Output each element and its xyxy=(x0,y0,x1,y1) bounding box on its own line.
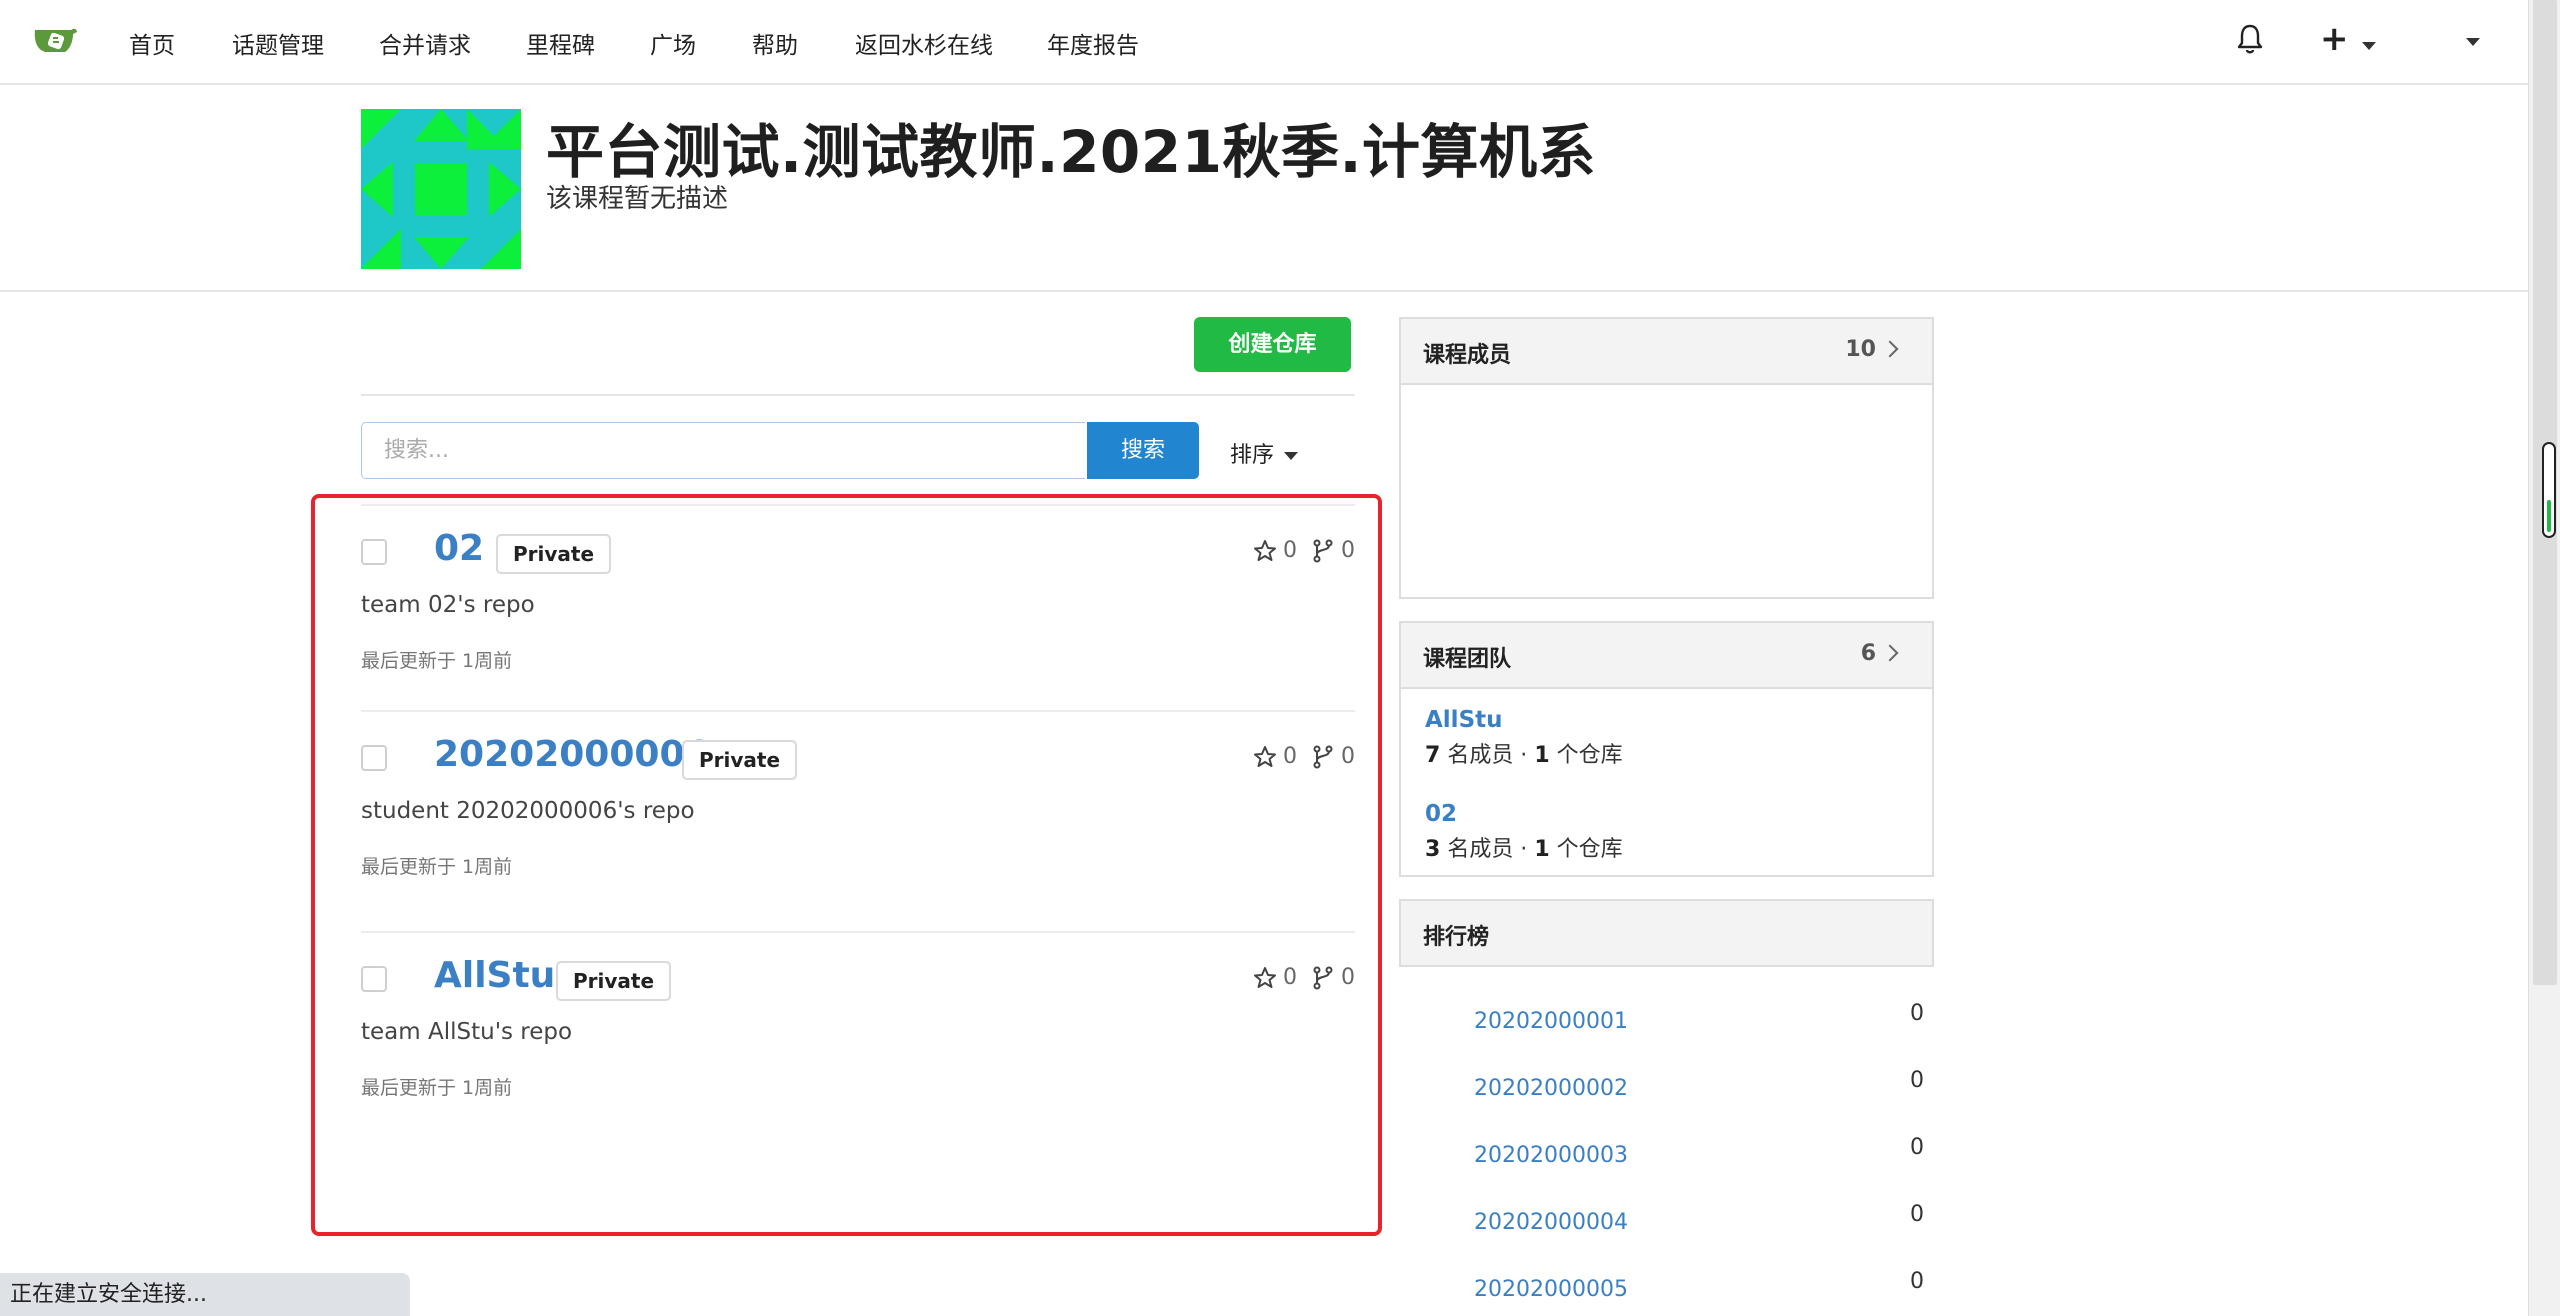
user-menu-chevron-down-icon[interactable] xyxy=(2466,38,2480,46)
ranking-panel: 排行榜 xyxy=(1399,899,1934,967)
browser-status-bar: 正在建立安全连接... xyxy=(0,1273,410,1316)
course-description: 该课程暂无描述 xyxy=(546,184,729,214)
search-input[interactable] xyxy=(361,422,1085,479)
nav-annual-report[interactable]: 年度报告 xyxy=(1047,26,1139,60)
ranking-panel-header: 排行榜 xyxy=(1401,901,1932,965)
team-name-link[interactable]: 02 xyxy=(1425,801,1623,827)
top-navbar: 首页 话题管理 合并请求 里程碑 广场 帮助 返回水杉在线 年度报告 + xyxy=(0,0,2528,85)
teams-panel: 课程团队 6 AllStu 7 名成员 · 1 个仓库 02 3 名成员 · 1… xyxy=(1399,621,1934,877)
team-item: AllStu 7 名成员 · 1 个仓库 xyxy=(1425,707,1623,769)
ranking-panel-title: 排行榜 xyxy=(1423,925,1490,950)
chevron-right-icon xyxy=(1881,644,1899,662)
team-info: 7 名成员 · 1 个仓库 xyxy=(1425,743,1623,768)
page-scrollbar[interactable] xyxy=(2528,0,2560,1316)
create-repo-button[interactable]: 创建仓库 xyxy=(1194,317,1351,372)
ranking-score: 0 xyxy=(1910,1269,1924,1294)
nav-return-online[interactable]: 返回水杉在线 xyxy=(855,26,993,60)
nav-explore[interactable]: 广场 xyxy=(650,26,696,60)
chevron-right-icon xyxy=(1881,340,1899,358)
ranking-user-link[interactable]: 20202000001 xyxy=(1474,1009,1628,1034)
ranking-user-link[interactable]: 20202000002 xyxy=(1474,1076,1628,1101)
teams-panel-title: 课程团队 xyxy=(1423,647,1512,672)
highlight-box xyxy=(311,494,1382,1236)
ranking-score: 0 xyxy=(1910,1135,1924,1160)
ranking-score: 0 xyxy=(1910,1001,1924,1026)
nav-help[interactable]: 帮助 xyxy=(752,26,798,60)
divider xyxy=(361,394,1355,396)
nav-issues[interactable]: 话题管理 xyxy=(232,26,324,60)
scroll-indicator xyxy=(2542,442,2556,538)
team-info: 3 名成员 · 1 个仓库 xyxy=(1425,837,1623,862)
sort-dropdown[interactable]: 排序 xyxy=(1230,437,1299,469)
nav-home[interactable]: 首页 xyxy=(129,26,175,60)
teams-count: 6 xyxy=(1860,641,1876,666)
chevron-down-icon xyxy=(2361,41,2376,50)
course-header: 平台测试.测试教师.2021秋季.计算机系 该课程暂无描述 xyxy=(0,85,2528,292)
team-item: 02 3 名成员 · 1 个仓库 xyxy=(1425,801,1623,863)
course-title: 平台测试.测试教师.2021秋季.计算机系 xyxy=(546,118,1597,186)
ranking-row: 20202000005 0 xyxy=(1474,1269,1924,1302)
course-avatar xyxy=(361,109,521,269)
members-panel-title: 课程成员 xyxy=(1423,343,1512,368)
teams-panel-header[interactable]: 课程团队 6 xyxy=(1401,623,1932,689)
ranking-user-link[interactable]: 20202000004 xyxy=(1474,1210,1628,1235)
gitea-logo-icon[interactable] xyxy=(31,22,79,60)
create-new-dropdown[interactable]: + xyxy=(2320,22,2376,56)
ranking-row: 20202000004 0 xyxy=(1474,1202,1924,1235)
ranking-user-link[interactable]: 20202000005 xyxy=(1474,1277,1628,1302)
plus-icon: + xyxy=(2320,19,2349,59)
search-button[interactable]: 搜索 xyxy=(1087,422,1199,479)
chevron-down-icon xyxy=(1284,452,1299,460)
members-panel: 课程成员 10 xyxy=(1399,317,1934,599)
nav-pull-requests[interactable]: 合并请求 xyxy=(379,26,471,60)
ranking-row: 20202000001 0 xyxy=(1474,1001,1924,1034)
members-count: 10 xyxy=(1845,337,1876,362)
team-name-link[interactable]: AllStu xyxy=(1425,707,1623,733)
ranking-user-link[interactable]: 20202000003 xyxy=(1474,1143,1628,1168)
ranking-row: 20202000003 0 xyxy=(1474,1135,1924,1168)
nav-milestones[interactable]: 里程碑 xyxy=(526,26,595,60)
members-panel-header[interactable]: 课程成员 10 xyxy=(1401,319,1932,385)
ranking-row: 20202000002 0 xyxy=(1474,1068,1924,1101)
ranking-score: 0 xyxy=(1910,1068,1924,1093)
sort-label: 排序 xyxy=(1230,443,1275,468)
ranking-score: 0 xyxy=(1910,1202,1924,1227)
bell-icon[interactable] xyxy=(2236,22,2264,56)
